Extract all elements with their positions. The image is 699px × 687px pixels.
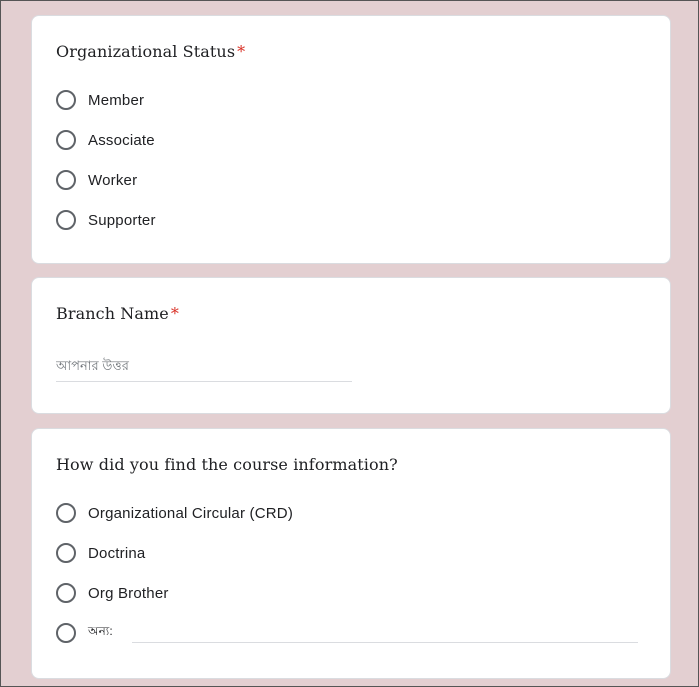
question-title-text: Branch Name [56, 304, 169, 323]
radio-option-org-brother[interactable]: Org Brother [56, 581, 169, 605]
option-label: Org Brother [88, 584, 169, 602]
radio-button[interactable] [56, 503, 76, 523]
radio-option-doctrina[interactable]: Doctrina [56, 541, 145, 565]
radio-button[interactable] [56, 583, 76, 603]
required-asterisk: * [170, 304, 179, 323]
radio-button[interactable] [56, 623, 76, 643]
radio-button[interactable] [56, 210, 76, 230]
radio-button[interactable] [56, 170, 76, 190]
branch-name-card: Branch Name * [31, 277, 671, 414]
radio-button[interactable] [56, 130, 76, 150]
radio-option-circular[interactable]: Organizational Circular (CRD) [56, 501, 293, 525]
required-asterisk: * [237, 42, 246, 61]
question-title-text: How did you find the course information? [56, 455, 398, 474]
question-title: Branch Name * [56, 304, 179, 323]
branch-name-input[interactable] [56, 350, 352, 382]
option-label: Associate [88, 131, 155, 149]
option-label: Doctrina [88, 544, 146, 562]
radio-option-other[interactable]: অন্য: [56, 621, 113, 645]
radio-option-member[interactable]: Member [56, 88, 144, 112]
radio-button[interactable] [56, 543, 76, 563]
option-label: Worker [88, 171, 138, 189]
radio-option-worker[interactable]: Worker [56, 168, 137, 192]
question-title: How did you find the course information? [56, 455, 398, 474]
question-title-text: Organizational Status [56, 42, 236, 61]
radio-button[interactable] [56, 90, 76, 110]
option-label: Member [88, 91, 145, 109]
radio-option-associate[interactable]: Associate [56, 128, 155, 152]
option-label: Supporter [88, 211, 156, 229]
option-label: Organizational Circular (CRD) [88, 504, 294, 522]
radio-option-supporter[interactable]: Supporter [56, 208, 156, 232]
question-title: Organizational Status * [56, 42, 245, 61]
other-text-input[interactable] [132, 621, 638, 643]
org-status-card: Organizational Status * Member Associate … [31, 15, 671, 264]
other-option-label: অন্য: [88, 624, 113, 638]
course-info-card: How did you find the course information?… [31, 428, 671, 679]
